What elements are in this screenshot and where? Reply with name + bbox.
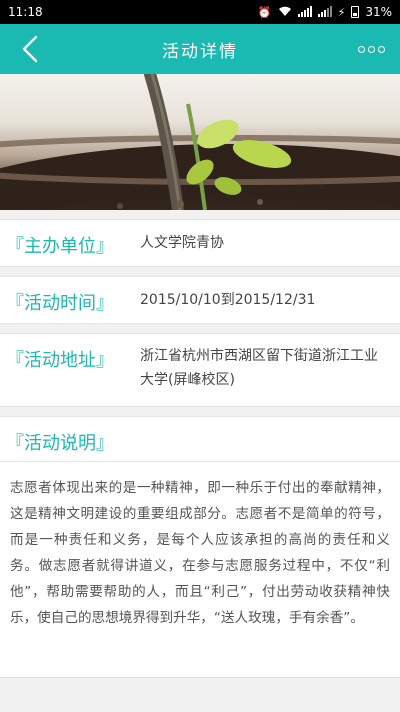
time-label: 『活动时间』 — [6, 293, 114, 314]
signal-icon — [317, 5, 332, 19]
address-row: 『活动地址』 浙江省杭州市西湖区留下街道浙江工业大学(屏峰校区) — [0, 333, 400, 407]
signal-icon — [297, 5, 312, 19]
organizer-label: 『主办单位』 — [6, 236, 114, 257]
status-bar: 11:18 ⏰ ⚡ 31% — [0, 0, 400, 24]
activity-cover-image — [0, 74, 400, 210]
more-button[interactable] — [356, 39, 386, 59]
time-row: 『活动时间』 2015/10/10到2015/12/31 — [0, 276, 400, 324]
more-dots-icon — [357, 45, 365, 53]
address-value: 浙江省杭州市西湖区留下街道浙江工业大学(屏峰校区) — [140, 348, 378, 388]
time-value: 2015/10/10到2015/12/31 — [140, 292, 316, 308]
page-title: 活动详情 — [162, 41, 238, 62]
charging-icon: ⚡ — [337, 5, 346, 19]
seedling-illustration — [0, 74, 400, 210]
status-time: 11:18 — [8, 5, 43, 19]
battery-icon — [351, 6, 360, 18]
address-label: 『活动地址』 — [6, 350, 114, 371]
back-chevron-icon — [22, 35, 38, 63]
status-icons: ⏰ ⚡ 31% — [258, 5, 392, 19]
description-text: 志愿者体现出来的是一种精神，即一种乐于付出的奉献精神，这是精神文明建设的重要组成… — [10, 480, 390, 626]
wifi-icon — [278, 6, 292, 19]
organizer-value: 人文学院青协 — [140, 235, 224, 251]
back-button[interactable] — [14, 33, 46, 65]
description-label: 『活动说明』 — [6, 433, 114, 454]
battery-level: 31% — [365, 5, 392, 19]
more-dots-icon — [377, 45, 385, 53]
more-dots-icon — [367, 45, 375, 53]
alarm-icon: ⏰ — [257, 5, 272, 19]
organizer-row: 『主办单位』 人文学院青协 — [0, 219, 400, 267]
divider — [0, 461, 400, 462]
nav-bar: 活动详情 — [0, 24, 400, 74]
description-card: 『活动说明』 志愿者体现出来的是一种精神，即一种乐于付出的奉献精神，这是精神文明… — [0, 416, 400, 678]
